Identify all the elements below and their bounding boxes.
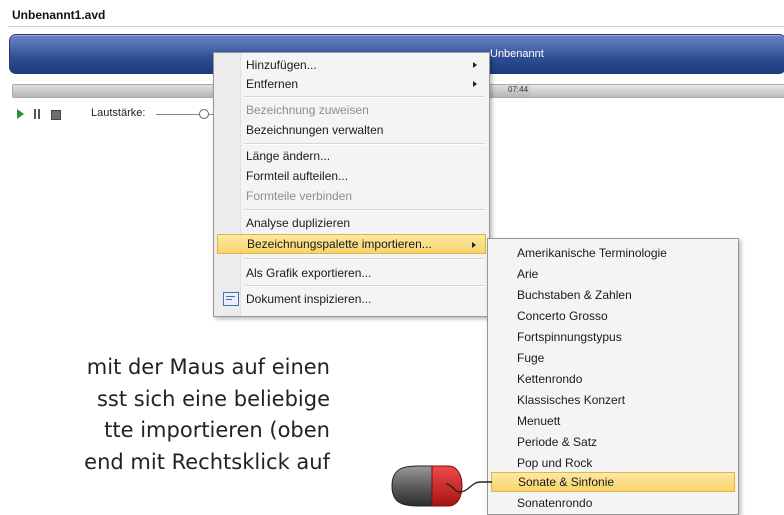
menu-item-label: Entfernen [246, 77, 299, 91]
menu-item-label: Hinzufügen... [246, 58, 317, 72]
submenu-item-kettenrondo[interactable]: Kettenrondo [491, 369, 735, 389]
menu-separator [244, 96, 485, 98]
timeline-label: Unbenannt [490, 48, 544, 60]
volume-label: Lautstärke: [91, 107, 146, 119]
menu-separator [244, 209, 485, 211]
menu-item-manage-labels[interactable]: Bezeichnungen verwalten [217, 120, 486, 140]
menu-item-label: Länge ändern... [246, 149, 331, 163]
text-line: sst sich eine beliebige [96, 386, 330, 411]
menu-item-label: Als Grafik exportieren... [246, 266, 372, 280]
menu-item-label: Bezeichnungspalette importieren... [247, 237, 432, 251]
submenu-item-classical-concerto[interactable]: Klassisches Konzert [491, 390, 735, 410]
menu-item-change-length[interactable]: Länge ändern... [217, 146, 486, 166]
submenu-item-fortspinnungstypus[interactable]: Fortspinnungstypus [491, 327, 735, 347]
stop-icon[interactable] [51, 110, 61, 120]
menu-item-add[interactable]: Hinzufügen... [217, 55, 486, 75]
context-menu: Hinzufügen... Entfernen Bezeichnung zuwe… [213, 52, 490, 317]
submenu-arrow-icon [472, 242, 476, 248]
document-inspect-icon [223, 292, 239, 306]
time-readout: 07:44 [508, 85, 529, 94]
menu-item-remove[interactable]: Entfernen [217, 74, 486, 94]
instruction-text: mit der Maus auf einen sst sich eine bel… [0, 352, 330, 478]
menu-item-label: Bezeichnung zuweisen [246, 103, 369, 117]
submenu-item-letters-numbers[interactable]: Buchstaben & Zahlen [491, 285, 735, 305]
label-palette-submenu: Amerikanische Terminologie Arie Buchstab… [487, 238, 739, 515]
submenu-item-concerto-grosso[interactable]: Concerto Grosso [491, 306, 735, 326]
text-line: end mit Rechtsklick auf [84, 449, 330, 474]
menu-item-label: Analyse duplizieren [246, 216, 351, 230]
submenu-item-period-sentence[interactable]: Periode & Satz [491, 432, 735, 452]
menu-item-label: Bezeichnungen verwalten [246, 123, 384, 137]
submenu-item-pop-rock[interactable]: Pop und Rock [491, 453, 735, 473]
text-line: mit der Maus auf einen [86, 355, 330, 379]
menu-item-label: Formteil aufteilen... [246, 169, 349, 183]
menu-item-split-section[interactable]: Formteil aufteilen... [217, 166, 486, 186]
submenu-item-sonata-symphony[interactable]: Sonate & Sinfonie [491, 472, 735, 492]
menu-separator [244, 143, 485, 145]
menu-item-duplicate-analysis[interactable]: Analyse duplizieren [217, 213, 486, 233]
menu-item-import-label-palette[interactable]: Bezeichnungspalette importieren... [217, 234, 486, 254]
submenu-arrow-icon [473, 62, 477, 68]
submenu-arrow-icon [473, 81, 477, 87]
title-divider [8, 26, 784, 27]
menu-item-inspect-document[interactable]: Dokument inspizieren... [217, 289, 486, 309]
submenu-item-fuge[interactable]: Fuge [491, 348, 735, 368]
submenu-item-menuett[interactable]: Menuett [491, 411, 735, 431]
menu-item-export-graphic[interactable]: Als Grafik exportieren... [217, 263, 486, 283]
document-title: Unbenannt1.avd [12, 8, 106, 22]
volume-slider-handle[interactable] [199, 109, 209, 119]
pause-icon[interactable] [34, 109, 41, 119]
menu-separator [244, 285, 485, 287]
menu-separator [244, 258, 485, 260]
text-line: tte importieren (oben [104, 418, 330, 442]
submenu-item-arie[interactable]: Arie [491, 264, 735, 284]
menu-item-assign-label: Bezeichnung zuweisen [217, 100, 486, 120]
submenu-item-sonata-rondo[interactable]: Sonatenrondo [491, 493, 735, 513]
menu-item-label: Formteile verbinden [246, 189, 353, 203]
play-icon[interactable] [17, 109, 24, 119]
submenu-item-american-terminology[interactable]: Amerikanische Terminologie [491, 243, 735, 263]
mouse-right-click-icon [391, 465, 492, 507]
menu-item-merge-sections: Formteile verbinden [217, 186, 486, 206]
menu-item-label: Dokument inspizieren... [246, 292, 372, 306]
